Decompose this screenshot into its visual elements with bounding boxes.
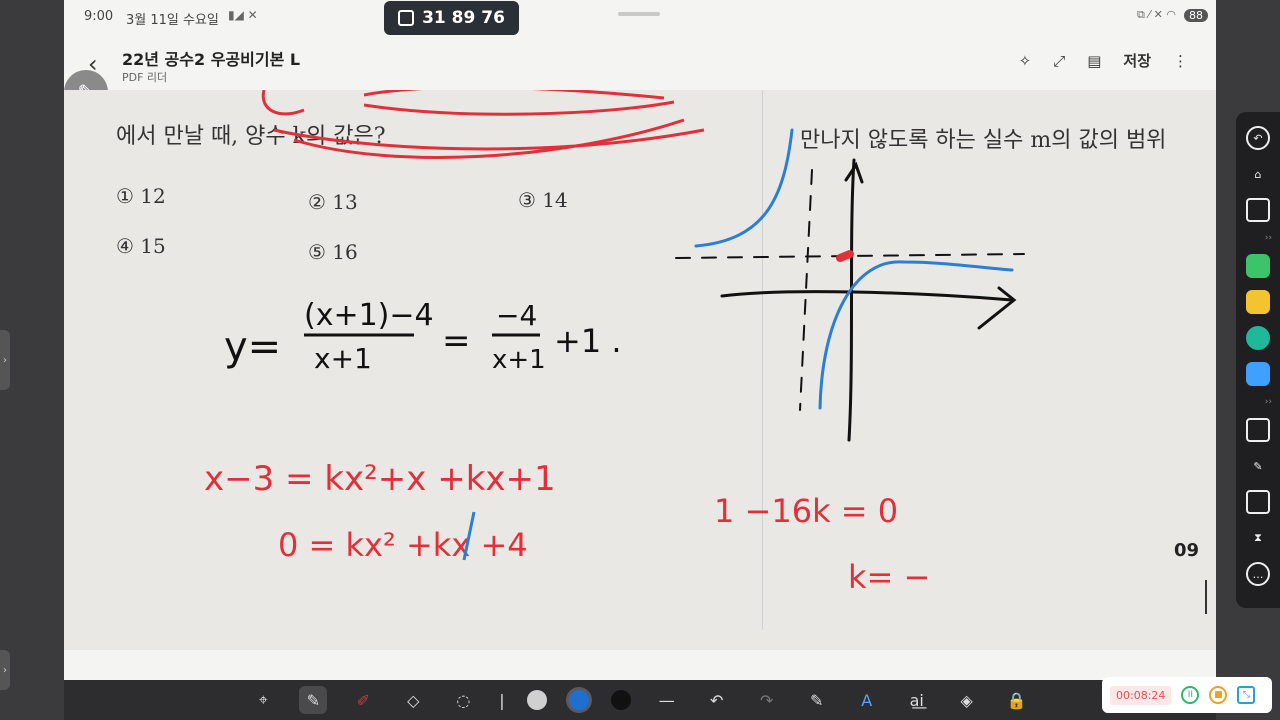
more-icon[interactable]: … <box>1246 562 1270 586</box>
red-work: x−3 = kx²+x +kx+1 0 = kx² +kx +4 1 −16k … <box>204 459 1207 614</box>
marker-tool-icon[interactable]: ✎ <box>803 686 831 714</box>
toolbar-separator: | <box>499 690 505 710</box>
pause-icon[interactable]: II <box>1181 686 1200 704</box>
pen-icon[interactable]: ✎ <box>1246 454 1270 478</box>
layers-icon[interactable] <box>1246 490 1270 514</box>
app-actions: ✧ ⤢ ▤ 저장 ⋮ <box>1019 50 1188 71</box>
eq-tail: +1 . <box>554 322 622 360</box>
document-title: 22년 공수2 우공비기본 L <box>122 50 301 69</box>
highlighter-tool-icon[interactable]: ✐ <box>349 686 377 714</box>
window-handle[interactable] <box>618 12 660 16</box>
window-icon[interactable] <box>1246 198 1270 222</box>
eq-numerator-2: −4 <box>496 299 537 332</box>
red-line-2: 0 = kx² +kx +4 <box>278 526 528 564</box>
red-scribble-top <box>261 90 705 159</box>
hand-drawn-graph <box>675 128 1025 442</box>
status-bar: 9:00 3월 11일 수요일 ▮◢ ✕ 31 89 76 ⧉ ⁄ ✕ ◠ 88 <box>64 0 1216 36</box>
move-tool-icon[interactable]: ⌖ <box>249 686 277 714</box>
recorder-widget: 00:08:24 II ■ ⤡ <box>1102 677 1272 713</box>
handwriting-layer: y= (x+1)−4 x+1 = −4 x+1 +1 . x−3 = kx²+x… <box>204 90 1207 614</box>
eq-numerator: (x+1)−4 <box>304 298 434 333</box>
shape-tool-icon[interactable]: ◈ <box>953 686 981 714</box>
floating-sidebar: ↶ ⌂ ›› ›› ✎ ⧗ … <box>1236 112 1280 608</box>
text-tool-icon[interactable]: a͟i <box>903 686 931 714</box>
notes-app-icon[interactable] <box>1246 290 1270 314</box>
teal-app-icon[interactable] <box>1246 326 1270 350</box>
expand-recorder-icon[interactable]: ⤡ <box>1237 686 1256 704</box>
redo-icon[interactable]: ↷ <box>753 686 781 714</box>
app-bar: ‹ 22년 공수2 우공비기본 L PDF 리더 ✧ ⤢ ▤ 저장 ⋮ <box>64 36 1216 90</box>
color-blue-swatch[interactable] <box>568 690 589 710</box>
red-line-1: x−3 = kx²+x +kx+1 <box>204 459 556 499</box>
status-right: ⧉ ⁄ ✕ ◠ 88 <box>1137 8 1208 22</box>
black-equation: y= (x+1)−4 x+1 = −4 x+1 +1 . <box>224 298 622 375</box>
magic-icon[interactable]: ✧ <box>1019 52 1032 70</box>
lock-icon[interactable]: 🔒 <box>1003 686 1031 714</box>
document-icon[interactable]: ▤ <box>1087 52 1101 70</box>
more-icon[interactable]: ⋮ <box>1173 52 1188 70</box>
clock: 9:00 <box>84 9 114 24</box>
back-icon[interactable]: ↶ <box>1246 126 1270 150</box>
expand-icon[interactable]: ⤢ <box>1053 52 1065 70</box>
document-subtitle: PDF 리더 <box>122 71 168 84</box>
left-edge-tab[interactable]: › <box>0 330 10 390</box>
eq-equals: = <box>442 321 471 361</box>
color-gray-swatch[interactable] <box>526 690 547 710</box>
share-screen-icon <box>398 10 415 26</box>
red-line-4: k= − <box>848 558 930 596</box>
stop-icon[interactable]: ■ <box>1209 686 1228 704</box>
eq-denominator: x+1 <box>314 342 372 375</box>
stroke-width-icon[interactable]: — <box>653 686 681 714</box>
signal-icons: ⧉ ⁄ ✕ ◠ <box>1137 8 1176 21</box>
eraser-tool-icon[interactable]: ◇ <box>399 686 427 714</box>
eq-denominator-2: x+1 <box>492 345 546 375</box>
save-button[interactable]: 저장 <box>1123 50 1151 71</box>
lasso-tool-icon[interactable]: ◌ <box>449 686 477 714</box>
undo-icon[interactable]: ↶ <box>703 686 731 714</box>
pen-tool-icon[interactable]: ✎ <box>299 686 328 714</box>
screen-icon[interactable] <box>1246 418 1270 442</box>
drawing-toolbar: ⌖ ✎ ✐ ◇ ◌ | — ↶ ↷ ✎ A a͟i ◈ 🔒 <box>64 680 1216 720</box>
home-icon[interactable]: ⌂ <box>1246 162 1270 186</box>
apps-grid-icon[interactable] <box>1246 362 1270 386</box>
share-code: 31 89 76 <box>422 8 505 28</box>
red-line-3: 1 −16k = 0 <box>714 492 898 530</box>
recording-time: 00:08:24 <box>1110 685 1172 705</box>
share-code-pill[interactable]: 31 89 76 <box>384 1 519 35</box>
chevron-icon: ›› <box>1264 233 1272 243</box>
battery-badge: 88 <box>1184 8 1208 22</box>
chevron-icon-2: ›› <box>1264 397 1272 407</box>
system-icons: ▮◢ ✕ <box>228 8 258 22</box>
eq-lhs: y= <box>224 324 281 370</box>
app-frame: 9:00 3월 11일 수요일 ▮◢ ✕ 31 89 76 ⧉ ⁄ ✕ ◠ 88… <box>64 0 1216 720</box>
date: 3월 11일 수요일 <box>126 13 219 28</box>
timer-icon[interactable]: ⧗ <box>1246 526 1270 550</box>
green-app-icon[interactable] <box>1246 254 1270 278</box>
pdf-page[interactable]: 에서 만날 때, 양수 k의 값은? ① 12 ② 13 ③ 14 ④ 15 ⑤… <box>64 90 1216 650</box>
text-ai-icon[interactable]: A <box>853 686 881 714</box>
color-black-swatch[interactable] <box>610 690 631 710</box>
left-edge-tab-lower[interactable]: › <box>0 650 10 690</box>
